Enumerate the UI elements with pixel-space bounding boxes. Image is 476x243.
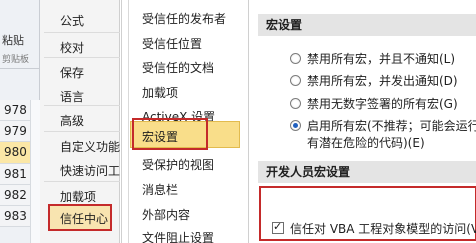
radio-label-disable-no-notify[interactable]: 禁用所有宏，并且不通知(L) xyxy=(307,50,455,67)
row-number-selected[interactable]: 980 xyxy=(0,142,30,164)
nav-border xyxy=(128,0,129,243)
radio-disable-with-notify[interactable] xyxy=(290,75,301,86)
nav-protected-view[interactable]: 受保护的视图 xyxy=(142,156,214,173)
divider xyxy=(44,57,120,58)
clipboard-group-label: 剪贴板 xyxy=(2,55,30,65)
vba-trust-label[interactable]: 信任对 VBA 工程对象模型的访问(V) xyxy=(290,220,476,237)
row-number[interactable]: 979 xyxy=(0,121,30,143)
options-item-language[interactable]: 语言 xyxy=(60,88,84,105)
radio-label-disable-with-notify[interactable]: 禁用所有宏，并发出通知(D) xyxy=(307,72,458,89)
options-item-formulas[interactable]: 公式 xyxy=(60,12,84,29)
ribbon-divider xyxy=(0,68,40,69)
radio-label-enable-all-line2: 有潜在危险的代码)(E) xyxy=(307,136,425,150)
row-number[interactable]: 978 xyxy=(0,100,30,122)
radio-disable-no-notify[interactable] xyxy=(290,53,301,64)
nav-message-bar[interactable]: 消息栏 xyxy=(142,181,178,198)
row-number[interactable]: 982 xyxy=(0,184,30,206)
excel-window: 粘贴 剪贴板 978 979 980 981 982 983 xyxy=(0,0,40,243)
paste-label[interactable]: 粘贴 xyxy=(2,32,24,48)
row-number[interactable]: 983 xyxy=(0,205,30,228)
trust-center-nav: 受信任的发布者 受信任位置 受信任的文档 加载项 ActiveX 设置 宏设置 … xyxy=(121,0,249,243)
row-number[interactable]: 981 xyxy=(0,163,30,185)
options-item-customize-ribbon[interactable]: 自定义功能 xyxy=(60,138,120,155)
divider xyxy=(44,181,120,182)
nav-macro-settings[interactable]: 宏设置 xyxy=(142,128,178,145)
options-item-save[interactable]: 保存 xyxy=(60,64,84,81)
divider xyxy=(44,131,120,132)
macro-settings-header: 宏设置 xyxy=(258,14,476,36)
nav-addins[interactable]: 加载项 xyxy=(142,84,178,101)
nav-trusted-publishers[interactable]: 受信任的发布者 xyxy=(142,10,226,27)
radio-label-disable-unsigned[interactable]: 禁用无数字签署的所有宏(G) xyxy=(307,95,458,112)
divider xyxy=(44,105,120,106)
nav-trusted-locations[interactable]: 受信任位置 xyxy=(142,35,202,52)
developer-macro-settings-header: 开发人员宏设置 xyxy=(258,161,476,183)
nav-file-block-settings[interactable]: 文件阻止设置 xyxy=(142,229,214,243)
divider xyxy=(44,32,120,33)
trust-center-label[interactable]: 信任中心 xyxy=(60,210,108,227)
row-header-column: 978 979 980 981 982 983 xyxy=(0,100,30,228)
options-item-addins[interactable]: 加载项 xyxy=(60,188,96,205)
nav-external-content[interactable]: 外部内容 xyxy=(142,206,190,223)
options-item-proofing[interactable]: 校对 xyxy=(60,39,84,56)
radio-disable-unsigned[interactable] xyxy=(290,98,301,109)
options-item-quick-access[interactable]: 快速访问工 xyxy=(60,162,120,179)
radio-enable-all[interactable] xyxy=(290,120,301,131)
options-item-advanced[interactable]: 高级 xyxy=(60,112,84,129)
radio-label-enable-all[interactable]: 启用所有宏(不推荐；可能会运行 xyxy=(307,117,476,134)
sheet-cells[interactable] xyxy=(30,100,40,243)
stage: 粘贴 剪贴板 978 979 980 981 982 983 公式 校对 保存 … xyxy=(0,0,476,243)
nav-trusted-documents[interactable]: 受信任的文档 xyxy=(142,59,214,76)
vba-trust-checkbox[interactable] xyxy=(272,220,284,234)
